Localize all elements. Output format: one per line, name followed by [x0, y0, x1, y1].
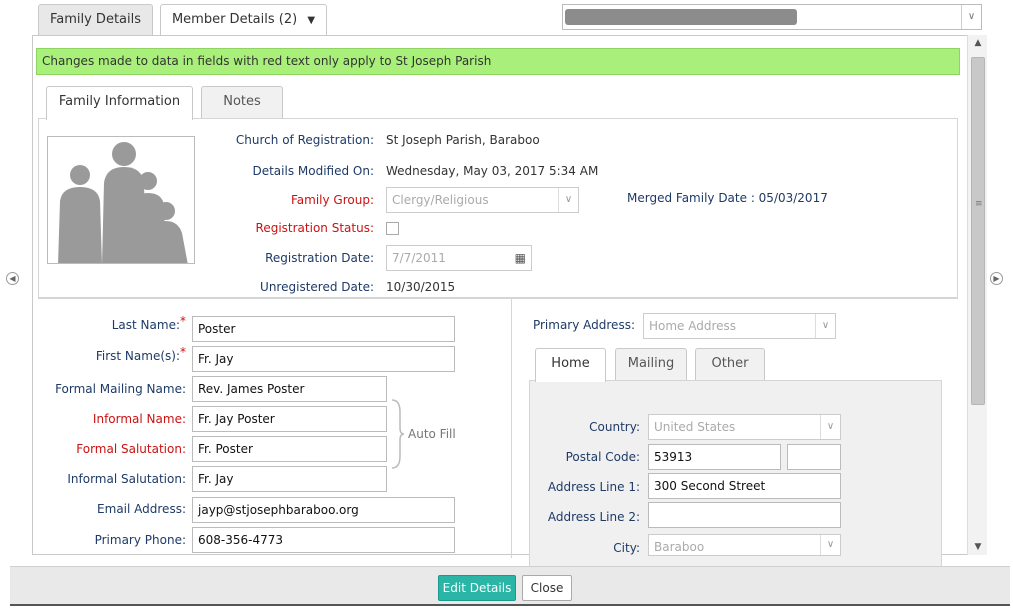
- redacted-value: [565, 9, 797, 25]
- informal-name-label: Informal Name:: [92, 412, 186, 426]
- family-group-label: Family Group:: [290, 193, 374, 207]
- edit-details-button[interactable]: Edit Details: [438, 575, 516, 601]
- church-value: St Joseph Parish, Baraboo: [386, 133, 540, 147]
- address-line-1-label: Address Line 1:: [547, 480, 640, 494]
- country-value: United States: [654, 420, 736, 434]
- column-divider: [511, 298, 512, 558]
- email-label: Email Address:: [97, 502, 186, 516]
- primary-address-value: Home Address: [649, 319, 737, 333]
- city-select[interactable]: Baraboo ∨: [648, 534, 841, 556]
- tab-label: Family Information: [58, 94, 181, 109]
- registration-date-value: 7/7/2011: [392, 251, 446, 265]
- tab-family-information[interactable]: Family Information: [46, 86, 193, 120]
- tab-address-mailing[interactable]: Mailing: [615, 348, 687, 380]
- country-select[interactable]: United States ∨: [648, 414, 841, 440]
- member-select-dropdown[interactable]: ∨: [562, 4, 982, 30]
- address-line-2-input[interactable]: [648, 502, 841, 528]
- first-name-label: First Name(s):*: [36, 345, 186, 363]
- church-label: Church of Registration:: [235, 133, 374, 147]
- scroll-up-icon[interactable]: ▲: [968, 38, 988, 48]
- first-name-input[interactable]: Fr. Jay: [192, 346, 455, 372]
- last-name-input[interactable]: Poster: [192, 316, 455, 342]
- tab-address-home[interactable]: Home: [535, 348, 606, 382]
- tab-label: Other: [711, 356, 749, 371]
- family-silhouette-icon: [58, 142, 188, 263]
- postal-code-label: Postal Code:: [565, 450, 640, 464]
- previous-arrow-icon[interactable]: ◀: [6, 272, 19, 285]
- tab-member-details[interactable]: Member Details (2) ▼: [160, 4, 327, 36]
- tab-address-other[interactable]: Other: [695, 348, 765, 380]
- postal-code-extension-input[interactable]: [787, 444, 841, 470]
- family-group-value: Clergy/Religious: [392, 193, 489, 207]
- chevron-down-icon: ∨: [820, 415, 840, 439]
- address-line-2-label: Address Line 2:: [547, 510, 640, 524]
- tab-notes[interactable]: Notes: [201, 86, 283, 118]
- email-input[interactable]: jayp@stjosephbaraboo.org: [192, 497, 455, 523]
- tab-label: Notes: [223, 94, 261, 109]
- caret-down-icon: ▼: [307, 15, 316, 26]
- notice-banner: Changes made to data in fields with red …: [36, 48, 960, 75]
- informal-name-input[interactable]: Fr. Jay Poster: [192, 406, 387, 432]
- modified-label: Details Modified On:: [252, 164, 374, 178]
- unregistered-date-value: 10/30/2015: [386, 280, 456, 294]
- unregistered-date-label: Unregistered Date:: [260, 280, 374, 294]
- country-label: Country:: [589, 420, 640, 434]
- address-line-1-input[interactable]: 300 Second Street: [648, 473, 841, 499]
- merged-family-date: Merged Family Date : 05/03/2017: [627, 191, 828, 205]
- scrollbar-thumb[interactable]: [971, 57, 985, 405]
- city-label: City:: [613, 541, 640, 555]
- tab-label: Family Details: [49, 12, 142, 27]
- family-photo-placeholder[interactable]: [47, 136, 195, 264]
- section-divider: [38, 298, 958, 299]
- informal-salutation-label: Informal Salutation:: [67, 472, 186, 486]
- auto-fill-label: Auto Fill: [408, 427, 456, 441]
- grip-icon: ≡: [975, 199, 983, 209]
- first-name-label-text: First Name(s):: [95, 349, 180, 363]
- primary-phone-label: Primary Phone:: [94, 533, 186, 547]
- chevron-down-icon: ∨: [558, 188, 578, 212]
- close-button[interactable]: Close: [522, 575, 572, 601]
- family-group-select[interactable]: Clergy/Religious ∨: [386, 187, 579, 213]
- formal-salutation-input[interactable]: Fr. Poster: [192, 436, 387, 462]
- last-name-label-text: Last Name:: [111, 318, 180, 332]
- scroll-down-icon[interactable]: ▼: [968, 542, 988, 552]
- tab-label: Mailing: [627, 356, 675, 371]
- tab-label: Home: [551, 356, 590, 371]
- city-value: Baraboo: [654, 540, 705, 554]
- required-mark: *: [180, 345, 186, 359]
- vertical-scrollbar[interactable]: ▲ ≡ ▼: [967, 35, 987, 555]
- tab-label: Member Details (2): [171, 12, 298, 27]
- registration-status-label: Registration Status:: [255, 221, 374, 235]
- chevron-down-icon: ∨: [820, 535, 840, 555]
- primary-address-select[interactable]: Home Address ∨: [643, 313, 836, 339]
- required-mark: *: [180, 314, 186, 328]
- modified-value: Wednesday, May 03, 2017 5:34 AM: [386, 164, 599, 178]
- registration-date-input[interactable]: 7/7/2011 ▦: [386, 245, 532, 271]
- primary-address-label: Primary Address:: [532, 318, 635, 332]
- registration-date-label: Registration Date:: [265, 251, 374, 265]
- chevron-down-icon: ∨: [815, 314, 835, 338]
- primary-phone-input[interactable]: 608-356-4773: [192, 527, 455, 553]
- next-arrow-icon[interactable]: ▶: [990, 272, 1003, 285]
- formal-salutation-label: Formal Salutation:: [76, 442, 186, 456]
- formal-mailing-name-label: Formal Mailing Name:: [55, 382, 186, 396]
- auto-fill-brace: [391, 399, 404, 469]
- formal-mailing-name-input[interactable]: Rev. James Poster: [192, 376, 387, 402]
- informal-salutation-input[interactable]: Fr. Jay: [192, 466, 387, 492]
- last-name-label: Last Name:*: [36, 314, 186, 332]
- postal-code-input[interactable]: 53913: [648, 444, 781, 470]
- family-details-dialog: Family Details Member Details (2) ▼ ∨ Ch…: [0, 0, 1013, 609]
- calendar-icon[interactable]: ▦: [515, 246, 526, 270]
- chevron-down-icon: ∨: [961, 5, 981, 29]
- registration-status-checkbox[interactable]: [386, 222, 399, 235]
- tab-family-details[interactable]: Family Details: [38, 4, 153, 36]
